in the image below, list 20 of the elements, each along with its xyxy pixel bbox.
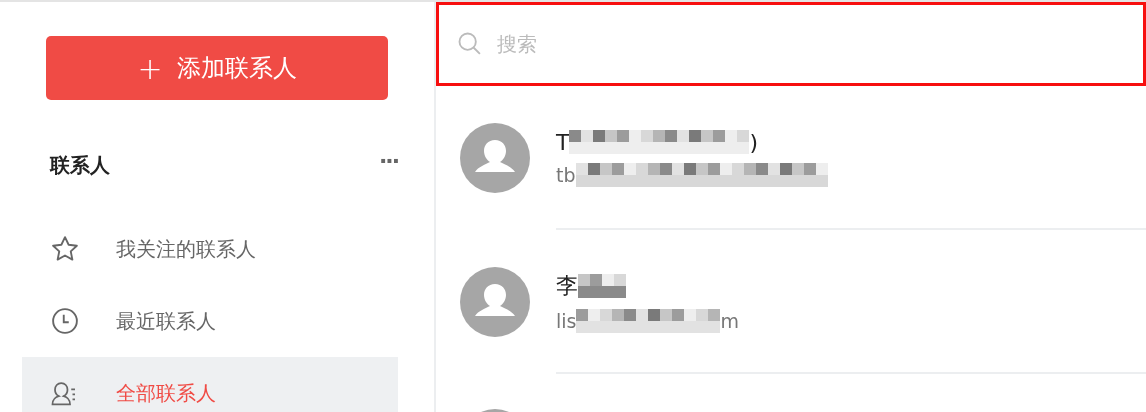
more-button[interactable]: ···	[378, 148, 398, 183]
avatar-icon	[460, 267, 530, 337]
star-icon	[50, 234, 80, 264]
sidebar-item[interactable]: 全部联系人	[22, 357, 398, 412]
contact-email: lis	[556, 310, 577, 332]
section-title: 联系人	[50, 152, 110, 179]
pixelated-mosaic-drawing	[578, 274, 626, 298]
contact-name: 李	[556, 272, 578, 300]
sidebar-item[interactable]: 我关注的联系人	[22, 213, 398, 285]
contact-email: m	[720, 310, 739, 332]
contact-row[interactable]: T ) tb	[436, 86, 1146, 230]
add-contact-button[interactable]: + 添加联系人	[46, 36, 388, 100]
avatar-icon	[460, 123, 530, 193]
contact-name: T	[556, 129, 570, 155]
contact-row[interactable]: 李 lis m	[436, 230, 1146, 374]
sidebar-item[interactable]: 最近联系人	[22, 285, 398, 357]
clock-icon	[50, 306, 80, 336]
contact-email: tb	[556, 163, 576, 186]
contact-name: )	[749, 129, 759, 155]
search-field[interactable]: 搜索	[436, 2, 1146, 86]
